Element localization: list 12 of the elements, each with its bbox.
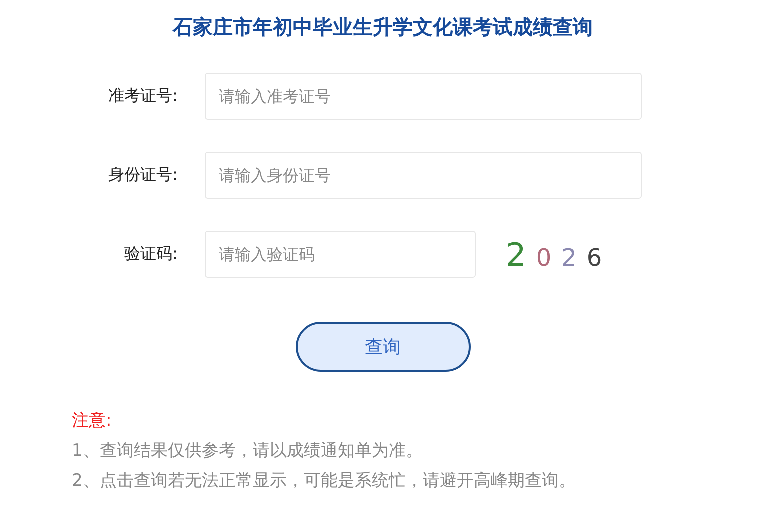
input-field[interactable]: 请输入身份证号 bbox=[205, 152, 642, 199]
field-label: 验证码: bbox=[124, 244, 178, 265]
notice-text: 2、点击查询若无法正常显示，可能是系统忙，请避开高峰期查询。 bbox=[72, 470, 577, 493]
captcha-image[interactable]: 2 0 2 6 bbox=[506, 236, 602, 274]
notice-heading: 注意: bbox=[72, 410, 113, 433]
query-button[interactable]: 查询 bbox=[296, 322, 470, 372]
notice-text: 1、查询结果仅供参考，请以成绩通知单为准。 bbox=[72, 440, 424, 463]
page-title: 石家庄市年初中毕业生升学文化课考试成绩查询 bbox=[172, 14, 594, 41]
field-label: 身份证号: bbox=[108, 165, 178, 186]
captcha-field[interactable]: 请输入验证码 bbox=[205, 231, 476, 278]
field-label: 准考证号: bbox=[108, 86, 178, 107]
input-field[interactable]: 请输入准考证号 bbox=[205, 73, 642, 120]
